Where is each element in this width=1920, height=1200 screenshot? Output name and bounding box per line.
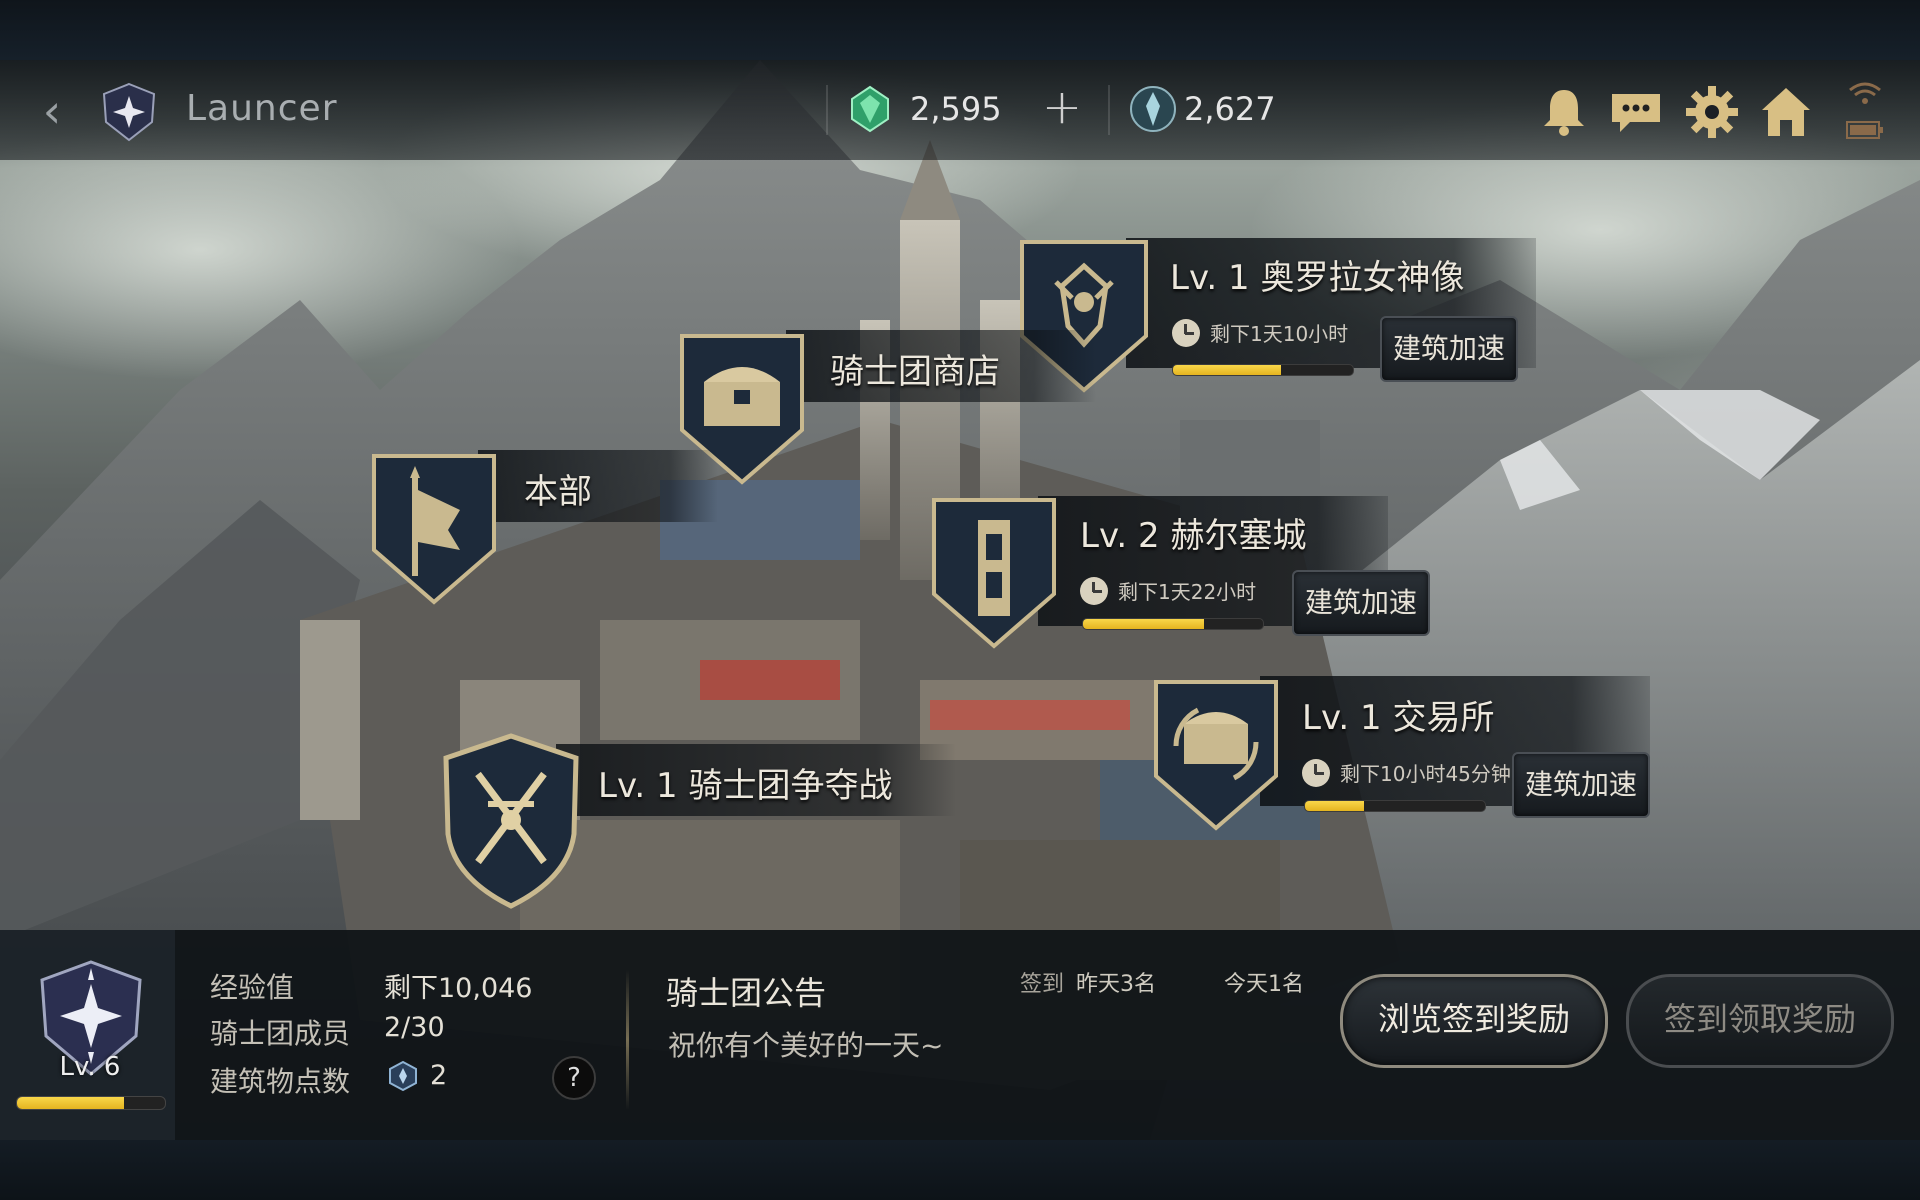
timer-text: 剩下1天22小时 [1118,580,1257,604]
build-progress-bar [1304,800,1486,812]
tower-shield-icon[interactable] [928,494,1060,652]
guild-exp-fill [17,1097,124,1109]
divider [826,85,828,135]
building-timer: 剩下1天10小时 [1172,318,1348,347]
gear-icon[interactable] [1684,84,1740,140]
checkin-yesterday: 昨天3名 [1076,972,1156,997]
members-value: 2/30 [384,1012,445,1043]
checkin-label: 签到 [1020,972,1065,997]
speedup-button[interactable]: 建筑加速 [1380,316,1518,382]
building-title: Lv. 1 奥罗拉女神像 [1170,258,1465,298]
banner-shield-icon[interactable] [368,450,500,608]
building-timer: 剩下1天22小时 [1080,576,1256,605]
guild-level-block[interactable]: Lv. 6 [0,930,175,1140]
timer-text: 剩下1天10小时 [1210,322,1349,346]
crystal-orb-icon [1130,86,1176,132]
green-gem-icon [851,85,889,133]
letterbox-top [0,0,1920,60]
building-points-value: 2 [430,1060,448,1091]
divider [626,970,629,1110]
notice-title: 骑士团公告 [666,974,827,1012]
building-point-icon [389,1060,417,1092]
exchange-chest-shield-icon[interactable] [1150,676,1282,834]
building-points-label: 建筑物点数 [210,1065,351,1098]
guild-level: Lv. 6 [59,1052,121,1082]
wifi-icon [1849,82,1881,104]
speedup-button[interactable]: 建筑加速 [1512,752,1650,818]
building-title: Lv. 1 交易所 [1302,698,1495,738]
clock-icon [1302,758,1330,787]
guild-info-panel: Lv. 6 经验值 剩下10,046 骑士团成员 2/30 建筑物点数 2 ? … [0,930,1920,1140]
building-title: 骑士团商店 [830,352,1000,392]
chat-icon[interactable] [1608,84,1664,140]
building-title: Lv. 2 赫尔塞城 [1080,516,1307,556]
divider [1108,85,1110,135]
exp-value: 剩下10,046 [384,973,533,1004]
building-title: Lv. 1 骑士团争夺战 [598,766,893,806]
page-title: Launcer [186,88,338,129]
gem-count: 2,595 [910,90,1002,128]
building-panel [478,450,718,522]
build-progress-bar [1172,364,1354,376]
members-label: 骑士团成员 [210,1017,351,1050]
timer-text: 剩下10小时45分钟 [1340,762,1511,786]
building-timer: 剩下10小时45分钟 [1302,758,1511,787]
back-button[interactable]: ‹ [30,82,74,140]
top-bar: ‹ Launcer 2,595 + 2,627 [0,60,1920,160]
build-progress-bar [1082,618,1264,630]
letterbox-bottom [0,1140,1920,1200]
checkin-today: 今天1名 [1224,972,1304,997]
building-title: 本部 [524,472,592,512]
claim-rewards-button[interactable]: 签到领取奖励 [1626,974,1894,1068]
notice-body[interactable]: 祝你有个美好的一天~ [668,1024,943,1064]
bell-icon[interactable] [1536,84,1592,140]
crossed-swords-shield-icon[interactable] [436,730,586,912]
clock-icon [1080,576,1108,605]
build-progress-fill [1083,619,1204,629]
home-icon[interactable] [1758,84,1814,140]
clock-icon [1172,318,1200,347]
add-currency-button[interactable]: + [1040,82,1084,132]
orb-count: 2,627 [1184,90,1276,128]
exp-label: 经验值 [210,971,295,1004]
battery-icon [1846,121,1883,139]
browse-rewards-button[interactable]: 浏览签到奖励 [1340,974,1608,1068]
game-screen: ‹ Launcer 2,595 + 2,627 Lv. 1 奥罗拉女神像 剩下1… [0,0,1920,1200]
speedup-button[interactable]: 建筑加速 [1292,570,1430,636]
guild-exp-bar [16,1096,166,1110]
help-button[interactable]: ? [552,1056,596,1100]
build-progress-fill [1173,365,1281,375]
guild-emblem-icon[interactable] [100,82,158,142]
build-progress-fill [1305,801,1365,811]
